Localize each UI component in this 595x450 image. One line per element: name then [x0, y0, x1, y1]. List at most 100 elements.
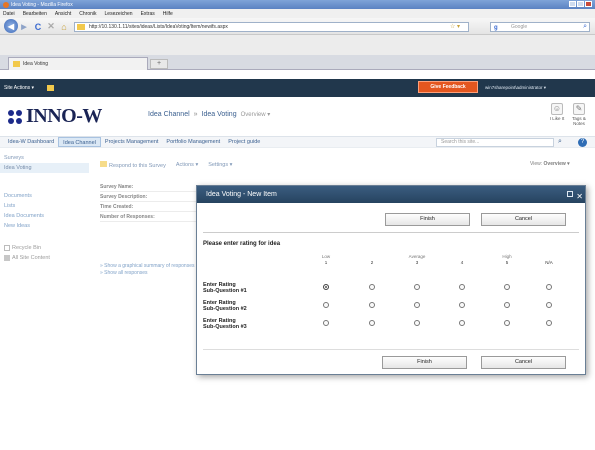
rating-radio-q3-opt2[interactable] [369, 320, 375, 326]
maximize-dialog-icon[interactable] [567, 191, 573, 197]
firefox-icon [3, 1, 9, 8]
search-placeholder: Google [511, 24, 528, 30]
give-feedback-button[interactable]: Give Feedback [418, 81, 478, 93]
rating-radio-q2-opt3[interactable] [414, 302, 420, 308]
close-window-button[interactable] [585, 1, 592, 7]
topnav-dashboard[interactable]: Idea-W Dashboard [4, 137, 58, 147]
topnav-portfolio-management[interactable]: Portfolio Management [162, 137, 224, 147]
topnav-projects-management[interactable]: Projects Management [101, 137, 163, 147]
rating-radio-q2-opt2[interactable] [369, 302, 375, 308]
site-search-icon[interactable]: ⌕ [558, 138, 562, 146]
rating-radio-q2-opt6[interactable] [546, 302, 552, 308]
rating-prompt: Please enter rating for idea [203, 241, 281, 247]
google-icon: g [494, 25, 498, 31]
menu-item-chronik[interactable]: Chronik [79, 11, 96, 17]
i-like-it-label: I Like It [549, 116, 565, 121]
rating-radio-q2-opt1[interactable] [323, 302, 329, 308]
rating-radio-q3-opt6[interactable] [546, 320, 552, 326]
topnav-idea-channel[interactable]: Idea Channel [58, 137, 101, 147]
site-header: INNO-W Idea Channel » Idea Voting Overvi… [0, 97, 595, 135]
menu-item-datei[interactable]: Datei [3, 11, 15, 17]
breadcrumb-idea-voting[interactable]: Idea Voting [202, 111, 237, 118]
rating-radio-q1-opt1[interactable] [323, 284, 329, 290]
divider [203, 232, 579, 233]
scale-col-4: 4 [460, 260, 464, 265]
tab-bar: Idea Voting + [0, 55, 595, 70]
menu-item-hilfe[interactable]: Hilfe [163, 11, 173, 17]
menu-bar: Datei Bearbeiten Ansicht Chronik Lesezei… [0, 9, 595, 18]
menu-item-lesezeichen[interactable]: Lesezeichen [105, 11, 133, 17]
cancel-button-bottom[interactable]: Cancel [481, 356, 566, 369]
site-actions-menu[interactable]: Site Actions ▾ [4, 85, 55, 91]
reload-button[interactable]: C [33, 21, 43, 32]
scale-col-2: 2 [370, 260, 374, 265]
tags-notes-button[interactable]: ✎ Tags & Notes [571, 103, 587, 126]
tab-favicon [13, 61, 20, 67]
back-button[interactable]: ◀ [4, 19, 18, 33]
browse-icon[interactable] [47, 85, 55, 91]
breadcrumb-view-menu[interactable]: Overview ▾ [241, 111, 271, 118]
rating-radio-q3-opt4[interactable] [459, 320, 465, 326]
sharepoint-ribbon: Site Actions ▾ Give Feedback win7sharepo… [0, 79, 595, 97]
rating-radio-q1-opt5[interactable] [504, 284, 510, 290]
finish-button-bottom[interactable]: Finish [382, 356, 467, 369]
logo-mark-icon [8, 109, 22, 124]
divider [203, 349, 579, 350]
url-bar[interactable]: http://10.130.1.11/sites/ideas/Lists/Ide… [74, 22, 469, 32]
question-1-label: Enter Rating Sub-Question #1 [203, 282, 247, 294]
scale-col-5: High 5 [502, 254, 512, 265]
rating-radio-q1-opt6[interactable] [546, 284, 552, 290]
maximize-button[interactable] [577, 1, 584, 7]
close-dialog-icon[interactable]: ✕ [576, 188, 583, 205]
site-logo[interactable]: INNO-W [8, 105, 102, 128]
like-icon: ☺ [551, 103, 563, 115]
minimize-button[interactable] [569, 1, 576, 7]
topnav-project-guide[interactable]: Project guide [224, 137, 264, 147]
rating-radio-q2-opt4[interactable] [459, 302, 465, 308]
tags-notes-label: Tags & Notes [572, 116, 586, 126]
menu-item-ansicht[interactable]: Ansicht [55, 11, 71, 17]
social-actions: ☺ I Like It ✎ Tags & Notes [549, 103, 587, 126]
search-icon[interactable]: ⌕ [583, 23, 587, 31]
question-3-label: Enter Rating Sub-Question #3 [203, 318, 247, 330]
rating-radio-q1-opt3[interactable] [414, 284, 420, 290]
new-tab-button[interactable]: + [150, 59, 168, 69]
breadcrumb: Idea Channel » Idea Voting Overview ▾ [148, 111, 270, 118]
logo-text: INNO-W [26, 105, 102, 127]
tab-idea-voting[interactable]: Idea Voting [8, 57, 148, 70]
tab-label: Idea Voting [23, 61, 49, 67]
home-button[interactable]: ⌂ [59, 21, 69, 32]
stop-button[interactable]: ✕ [46, 21, 56, 32]
forward-button[interactable]: ▶ [19, 21, 29, 32]
help-icon[interactable]: ? [578, 138, 587, 147]
scale-col-na: N/A [545, 260, 553, 265]
rating-radio-q3-opt1[interactable] [323, 320, 329, 326]
menu-item-extras[interactable]: Extras [141, 11, 155, 17]
rating-radio-q3-opt3[interactable] [414, 320, 420, 326]
menu-item-bearbeiten[interactable]: Bearbeiten [23, 11, 47, 17]
rating-radio-q2-opt5[interactable] [504, 302, 510, 308]
dialog-title: Idea Voting - New Item [206, 191, 277, 198]
user-menu[interactable]: win7sharepoint\administrator ▾ [485, 85, 546, 91]
site-actions-label: Site Actions ▾ [4, 85, 35, 91]
finish-button-top[interactable]: Finish [385, 213, 470, 226]
tags-notes-icon: ✎ [573, 103, 585, 115]
url-text: http://10.130.1.11/sites/ideas/Lists/Ide… [89, 24, 228, 30]
search-bar[interactable]: g Google ⌕ [490, 22, 590, 32]
cancel-button-top[interactable]: Cancel [481, 213, 566, 226]
navigation-toolbar: ◀ ▶ C ✕ ⌂ http://10.130.1.11/sites/ideas… [0, 18, 595, 35]
breadcrumb-separator: » [193, 111, 198, 118]
rating-radio-q1-opt2[interactable] [369, 284, 375, 290]
question-2-label: Enter Rating Sub-Question #2 [203, 300, 247, 312]
bookmark-star-icon[interactable]: ☆ ▾ [443, 22, 467, 32]
site-icon [77, 24, 85, 30]
scale-col-1: Low 1 [321, 254, 331, 265]
breadcrumb-idea-channel[interactable]: Idea Channel [148, 111, 190, 118]
window-title-bar: Idea Voting - Mozilla Firefox [0, 0, 595, 9]
rating-radio-q1-opt4[interactable] [459, 284, 465, 290]
i-like-it-button[interactable]: ☺ I Like It [549, 103, 565, 126]
scale-col-3: Average 3 [408, 254, 426, 265]
rating-scale-header: Low 1 2 Average 3 4 High 5 N/A [197, 254, 585, 270]
rating-radio-q3-opt5[interactable] [504, 320, 510, 326]
site-search-input[interactable]: Search this site... [436, 138, 554, 147]
